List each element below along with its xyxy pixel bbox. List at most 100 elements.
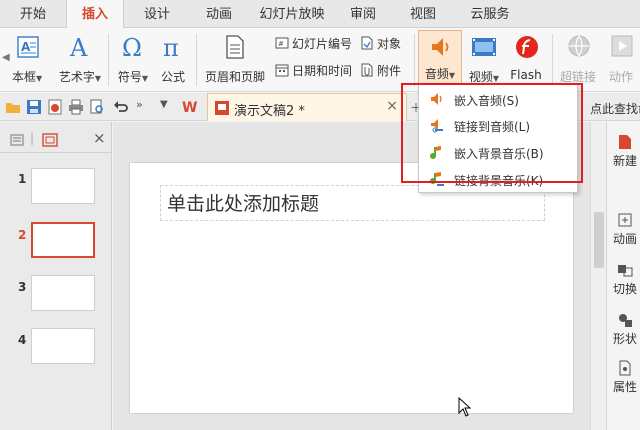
tab-design[interactable]: 设计: [132, 0, 182, 28]
wordart-label: 艺术字: [58, 70, 95, 84]
animation-label: 动画: [612, 232, 637, 246]
svg-text:A: A: [69, 34, 88, 60]
view-divider: |: [30, 131, 35, 145]
audio-label: 音频: [424, 67, 449, 81]
video-button[interactable]: 视频▼: [464, 32, 504, 88]
svg-text:W: W: [182, 100, 197, 115]
presentation-file-icon: [215, 101, 229, 115]
slide-thumbnail-active[interactable]: [31, 222, 95, 258]
tab-animation[interactable]: 动画: [194, 0, 244, 28]
properties-pane-button[interactable]: 属性: [609, 360, 640, 395]
chevron-down-icon: ▼: [141, 74, 149, 83]
find-command-box[interactable]: 点此查找命令: [590, 100, 640, 117]
save-icon[interactable]: [26, 99, 42, 115]
properties-icon: [619, 360, 631, 376]
ribbon-separator: [414, 34, 415, 86]
tab-review[interactable]: 审阅: [340, 0, 386, 28]
speaker-icon: [432, 38, 449, 56]
slide-number: 4: [18, 333, 27, 347]
transition-icon: [618, 265, 633, 277]
attachment-label: 附件: [377, 64, 402, 78]
slide-number: 1: [18, 172, 27, 186]
slide-thumbnail[interactable]: [31, 328, 95, 364]
symbol-button[interactable]: Ω 符号▼: [112, 32, 154, 88]
document-tab[interactable]: 演示文稿2 * ×: [207, 93, 407, 121]
open-folder-icon[interactable]: [5, 99, 21, 115]
flash-button[interactable]: Flash: [506, 32, 546, 88]
symbol-label: 符号: [117, 70, 142, 84]
wps-logo-icon[interactable]: W: [182, 99, 198, 115]
wordart-icon: A: [69, 34, 88, 60]
hyperlink-button[interactable]: 超链接: [556, 32, 600, 88]
attachment-icon: [361, 63, 373, 77]
close-icon[interactable]: ×: [386, 98, 398, 114]
formula-button[interactable]: π 公式: [154, 32, 192, 88]
datetime-button[interactable]: 日期和时间: [275, 62, 352, 80]
shape-icon: [619, 314, 632, 327]
transition-pane-button[interactable]: 切换: [609, 262, 640, 297]
slide-number-label: 幻灯片编号: [292, 37, 353, 51]
slide-canvas[interactable]: 单击此处添加标题: [130, 163, 573, 413]
flash-icon: [516, 36, 538, 58]
shape-pane-button[interactable]: 形状: [609, 312, 640, 347]
ribbon-scroll-left-icon[interactable]: ◀: [2, 52, 10, 63]
ribbon-separator: [552, 34, 553, 86]
tab-home[interactable]: 开始: [8, 0, 58, 28]
datetime-label: 日期和时间: [292, 64, 353, 78]
new-slide-button[interactable]: 新建: [609, 134, 640, 169]
customize-toolbar-icon[interactable]: ▼: [160, 99, 168, 110]
wordart-button[interactable]: A 艺术字▼: [54, 32, 106, 88]
outline-view-icon[interactable]: [10, 134, 24, 146]
panel-divider: [0, 152, 111, 153]
object-button[interactable]: 对象: [360, 35, 401, 53]
transition-label: 切换: [612, 282, 637, 296]
slide-number-icon: #: [275, 37, 289, 49]
shape-label: 形状: [612, 332, 637, 346]
print-icon[interactable]: [68, 99, 84, 115]
more-commands-icon[interactable]: »: [136, 98, 143, 111]
tab-view[interactable]: 视图: [400, 0, 446, 28]
slide-thumbnail[interactable]: [31, 168, 95, 204]
flash-label: Flash: [510, 68, 542, 82]
scrollbar-thumb[interactable]: [594, 212, 604, 268]
film-icon: [472, 38, 496, 56]
new-label: 新建: [612, 154, 637, 168]
omega-icon: Ω: [122, 34, 142, 60]
svg-text:A: A: [21, 40, 31, 54]
chevron-down-icon: ▼: [492, 74, 500, 83]
ribbon-separator: [196, 34, 197, 86]
textbox-button[interactable]: A 本框▼: [10, 32, 52, 88]
action-play-icon: [611, 35, 633, 57]
tab-cloud[interactable]: 云服务: [462, 0, 518, 28]
textbox-icon: A: [17, 36, 39, 58]
tab-insert[interactable]: 插入: [66, 0, 124, 29]
audio-button[interactable]: 音频▼: [418, 30, 462, 86]
vertical-scrollbar[interactable]: [590, 122, 606, 430]
object-icon: [361, 36, 373, 50]
slide-number-button[interactable]: # 幻灯片编号: [275, 35, 352, 53]
slide-number: 3: [18, 280, 27, 294]
textbox-label: 本框: [12, 70, 37, 84]
action-button[interactable]: 动作: [602, 32, 640, 88]
animation-icon: [618, 213, 632, 227]
svg-text:#: #: [278, 40, 284, 48]
tab-slideshow[interactable]: 幻灯片放映: [255, 0, 329, 28]
undo-icon[interactable]: [113, 99, 129, 115]
close-panel-icon[interactable]: ×: [93, 129, 106, 147]
object-label: 对象: [377, 37, 402, 51]
export-pdf-icon[interactable]: [47, 99, 63, 115]
properties-label: 属性: [612, 380, 637, 394]
header-footer-button[interactable]: 页眉和页脚: [200, 32, 270, 88]
animation-pane-button[interactable]: 动画: [609, 212, 640, 247]
svg-text:π: π: [163, 34, 179, 60]
action-label: 动作: [608, 70, 633, 84]
attachment-button[interactable]: 附件: [360, 62, 401, 80]
mouse-cursor-icon: [458, 397, 472, 417]
slide-thumbnail-panel: | × 1 2 3 4: [0, 122, 112, 430]
ribbon-tab-bar: 开始 插入 设计 动画 幻灯片放映 审阅 视图 云服务: [0, 0, 640, 29]
page-icon: [226, 35, 244, 59]
chevron-down-icon: ▼: [448, 71, 456, 80]
slides-view-icon[interactable]: [42, 133, 58, 147]
slide-thumbnail[interactable]: [31, 275, 95, 311]
preview-icon[interactable]: [89, 99, 105, 115]
